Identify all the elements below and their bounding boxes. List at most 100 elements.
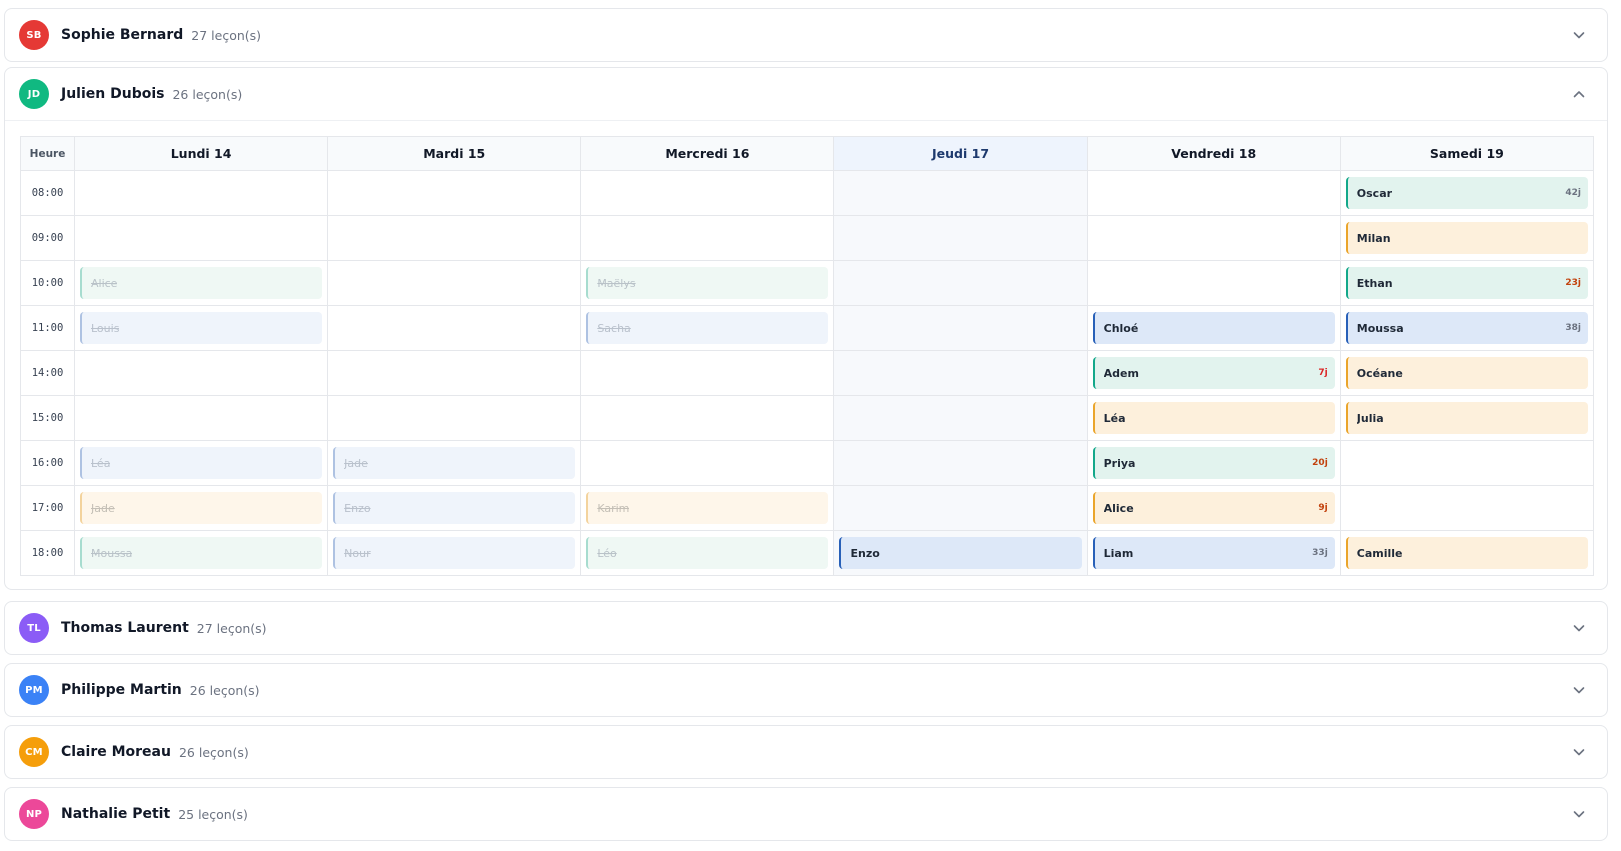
lesson-event[interactable]: Jade	[333, 447, 576, 479]
schedule-slot[interactable]	[1086, 170, 1341, 216]
lesson-event[interactable]: Oscar 42j	[1345, 177, 1588, 209]
lesson-event[interactable]: Moussa 38j	[1345, 312, 1588, 344]
instructor-header[interactable]: CM Claire Moreau 26 leçon(s)	[5, 726, 1607, 778]
day-header[interactable]: Mercredi 16	[580, 136, 835, 171]
schedule-slot[interactable]: Enzo	[833, 530, 1088, 576]
lesson-event[interactable]: Maëlys	[586, 267, 829, 299]
schedule-slot[interactable]: Nour	[327, 530, 582, 576]
schedule-slot[interactable]: Camille	[1339, 530, 1595, 576]
schedule-slot[interactable]	[833, 305, 1088, 351]
instructor-header[interactable]: NP Nathalie Petit 25 leçon(s)	[5, 788, 1607, 840]
lesson-event[interactable]: Camille	[1345, 537, 1588, 569]
schedule-slot[interactable]: Léa	[73, 440, 329, 486]
lesson-event[interactable]: Priya 20j	[1092, 447, 1335, 479]
lesson-event[interactable]: Léa	[80, 447, 323, 479]
lesson-event[interactable]: Milan	[1345, 222, 1588, 254]
schedule-slot[interactable]: Sacha	[580, 305, 835, 351]
chevron-down-icon[interactable]	[1571, 620, 1587, 636]
lesson-event[interactable]: Léa	[1092, 402, 1335, 434]
schedule-slot[interactable]: Moussa	[73, 530, 329, 576]
schedule-slot[interactable]	[1339, 440, 1595, 486]
lesson-event[interactable]: Enzo	[839, 537, 1082, 569]
schedule-slot[interactable]: Milan	[1339, 215, 1595, 261]
schedule-slot[interactable]	[73, 395, 329, 441]
schedule-slot[interactable]: Léa	[1086, 395, 1341, 441]
day-header[interactable]: Vendredi 18	[1086, 136, 1341, 171]
day-header[interactable]: Samedi 19	[1339, 136, 1595, 171]
schedule-slot[interactable]	[327, 260, 582, 306]
instructor-header[interactable]: JD Julien Dubois 26 leçon(s)	[5, 68, 1607, 120]
schedule-slot[interactable]	[580, 170, 835, 216]
schedule-slot[interactable]: Oscar 42j	[1339, 170, 1595, 216]
schedule-slot[interactable]	[833, 395, 1088, 441]
day-header[interactable]: Lundi 14	[73, 136, 329, 171]
lesson-event[interactable]: Alice 9j	[1092, 492, 1335, 524]
lesson-event[interactable]: Moussa	[80, 537, 323, 569]
lesson-event[interactable]: Léo	[586, 537, 829, 569]
lesson-event[interactable]: Enzo	[333, 492, 576, 524]
schedule-slot[interactable]	[327, 350, 582, 396]
instructor-header[interactable]: SB Sophie Bernard 27 leçon(s)	[5, 9, 1607, 61]
schedule-slot[interactable]: Enzo	[327, 485, 582, 531]
schedule-slot[interactable]	[327, 170, 582, 216]
lesson-event[interactable]: Ethan 23j	[1345, 267, 1588, 299]
schedule-slot[interactable]	[1339, 485, 1595, 531]
instructor-header[interactable]: PM Philippe Martin 26 leçon(s)	[5, 664, 1607, 716]
lesson-event[interactable]: Océane	[1345, 357, 1588, 389]
schedule-slot[interactable]	[833, 440, 1088, 486]
schedule-slot[interactable]: Karim	[580, 485, 835, 531]
day-header[interactable]: Jeudi 17	[833, 136, 1088, 171]
lesson-event[interactable]: Sacha	[586, 312, 829, 344]
day-header[interactable]: Mardi 15	[327, 136, 582, 171]
schedule-slot[interactable]: Moussa 38j	[1339, 305, 1595, 351]
schedule-slot[interactable]	[73, 170, 329, 216]
lesson-event[interactable]: Chloé	[1092, 312, 1335, 344]
schedule-slot[interactable]	[580, 395, 835, 441]
schedule-slot[interactable]	[73, 215, 329, 261]
chevron-down-icon[interactable]	[1571, 27, 1587, 43]
chevron-down-icon[interactable]	[1571, 744, 1587, 760]
chevron-up-icon[interactable]	[1571, 86, 1587, 102]
lesson-event[interactable]: Karim	[586, 492, 829, 524]
lesson-event[interactable]: Alice	[80, 267, 323, 299]
lesson-event[interactable]: Jade	[80, 492, 323, 524]
lesson-event[interactable]: Louis	[80, 312, 323, 344]
lesson-event[interactable]: Adem 7j	[1092, 357, 1335, 389]
schedule-slot[interactable]: Chloé	[1086, 305, 1341, 351]
schedule-slot[interactable]	[833, 215, 1088, 261]
lesson-event[interactable]: Nour	[333, 537, 576, 569]
instructor-name: Nathalie Petit	[61, 806, 171, 822]
schedule-slot[interactable]	[833, 170, 1088, 216]
schedule-slot[interactable]: Jade	[73, 485, 329, 531]
schedule-slot[interactable]: Océane	[1339, 350, 1595, 396]
chevron-down-icon[interactable]	[1571, 682, 1587, 698]
schedule-slot[interactable]: Léo	[580, 530, 835, 576]
schedule-slot[interactable]	[327, 215, 582, 261]
schedule-slot[interactable]	[327, 395, 582, 441]
schedule-slot[interactable]: Louis	[73, 305, 329, 351]
schedule-slot[interactable]	[1086, 215, 1341, 261]
schedule-slot[interactable]: Alice 9j	[1086, 485, 1341, 531]
schedule-slot[interactable]: Ethan 23j	[1339, 260, 1595, 306]
schedule-slot[interactable]: Liam 33j	[1086, 530, 1341, 576]
schedule-slot[interactable]	[833, 485, 1088, 531]
schedule-slot[interactable]	[327, 305, 582, 351]
schedule-slot[interactable]	[580, 440, 835, 486]
chevron-down-icon[interactable]	[1571, 806, 1587, 822]
schedule-slot[interactable]	[833, 260, 1088, 306]
student-name: Enzo	[850, 546, 880, 560]
lesson-event[interactable]: Liam 33j	[1092, 537, 1335, 569]
schedule-slot[interactable]: Priya 20j	[1086, 440, 1341, 486]
schedule-slot[interactable]: Julia	[1339, 395, 1595, 441]
schedule-slot[interactable]	[73, 350, 329, 396]
schedule-slot[interactable]	[580, 350, 835, 396]
lesson-event[interactable]: Julia	[1345, 402, 1588, 434]
schedule-slot[interactable]: Maëlys	[580, 260, 835, 306]
schedule-slot[interactable]	[833, 350, 1088, 396]
instructor-header[interactable]: TL Thomas Laurent 27 leçon(s)	[5, 602, 1607, 654]
schedule-slot[interactable]	[580, 215, 835, 261]
schedule-slot[interactable]: Adem 7j	[1086, 350, 1341, 396]
schedule-slot[interactable]: Alice	[73, 260, 329, 306]
schedule-slot[interactable]	[1086, 260, 1341, 306]
schedule-slot[interactable]: Jade	[327, 440, 582, 486]
